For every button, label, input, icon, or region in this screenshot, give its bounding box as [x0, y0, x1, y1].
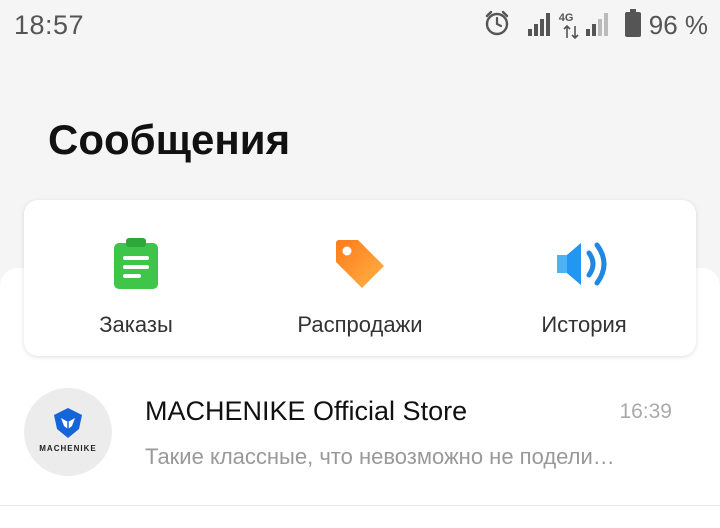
page-title: Сообщения: [48, 116, 291, 163]
quick-actions-card: Заказы Распродажи История: [24, 200, 696, 356]
chat-time: 16:39: [619, 400, 672, 423]
chat-preview: Такие классные, что невозможно не подели…: [145, 444, 615, 469]
chat-list-item[interactable]: MACHENIKE MACHENIKE Official Store 16:39…: [0, 376, 720, 504]
store-avatar: MACHENIKE: [24, 388, 112, 476]
status-time: 18:57: [14, 10, 85, 40]
network-type-label: 4G: [558, 12, 574, 24]
clipboard-icon: [112, 234, 160, 294]
machenike-logo: [54, 408, 82, 438]
chat-name: MACHENIKE Official Store: [145, 396, 468, 426]
quick-action-history[interactable]: История: [472, 200, 696, 356]
list-divider: [0, 505, 720, 506]
status-bar: 18:57 4G 96 %: [0, 0, 720, 52]
quick-action-label: Заказы: [99, 312, 173, 337]
status-icons: 4G 96 %: [483, 8, 708, 42]
battery-icon: [624, 8, 641, 42]
network-type-icon: 4G: [559, 10, 581, 40]
quick-action-label: История: [541, 312, 627, 337]
quick-action-label: Распродажи: [297, 312, 423, 337]
price-tag-icon: [332, 234, 388, 294]
battery-percent: 96 %: [648, 9, 708, 40]
signal-strength-secondary-icon: [585, 9, 613, 42]
avatar-logo-text: MACHENIKE: [39, 444, 97, 453]
speaker-icon: [553, 234, 615, 294]
alarm-clock-icon: [483, 9, 511, 42]
quick-action-sales[interactable]: Распродажи: [248, 200, 472, 356]
signal-strength-icon: [527, 9, 555, 42]
quick-action-orders[interactable]: Заказы: [24, 200, 248, 356]
